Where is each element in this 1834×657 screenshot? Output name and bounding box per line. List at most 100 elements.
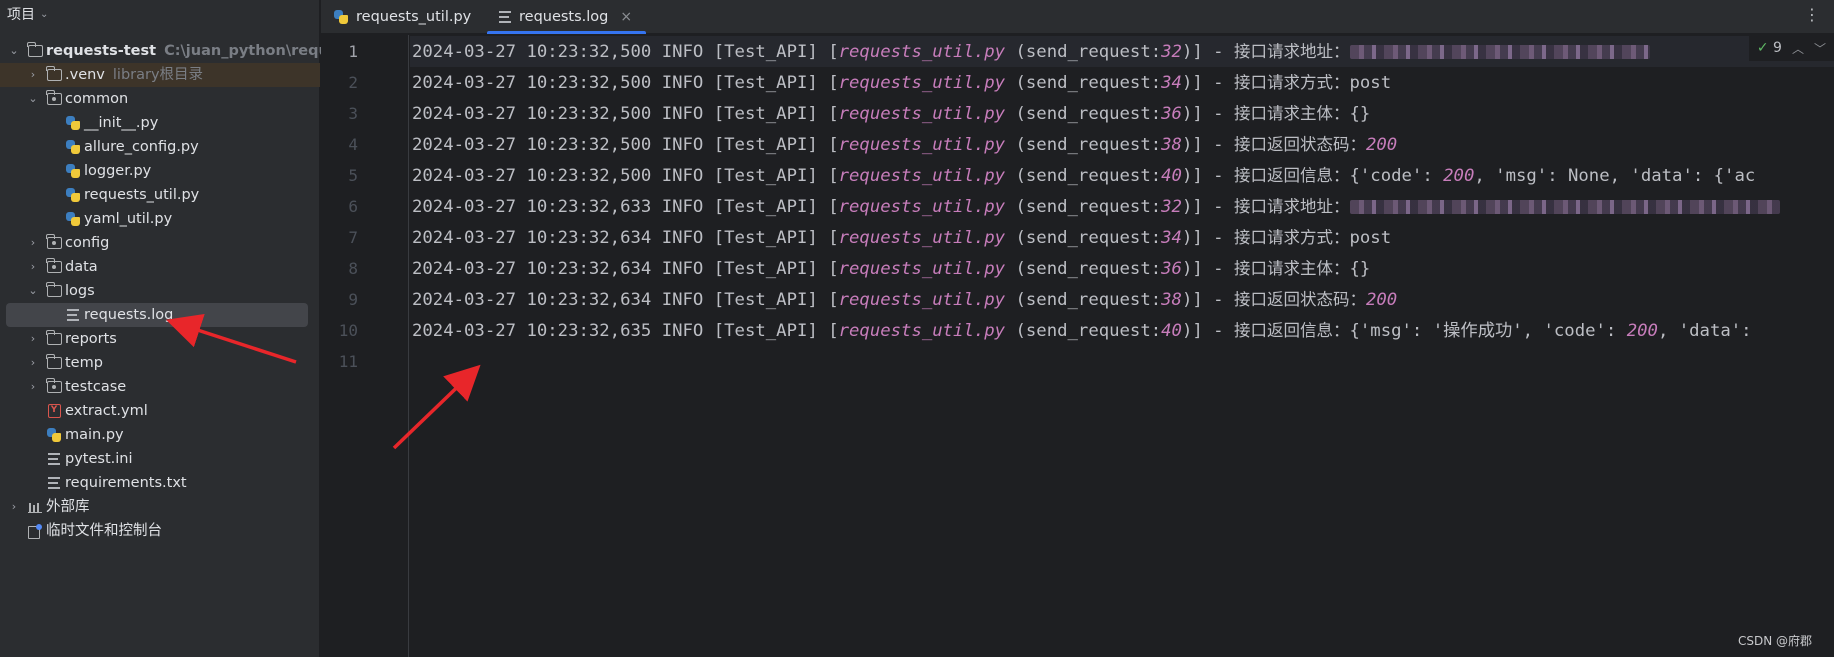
log-source-file[interactable]: requests_util.py [839, 73, 1005, 93]
log-timestamp: 2024-03-27 10:23:32,500 [412, 135, 652, 155]
line-number: 5 [348, 166, 358, 185]
log-logger: [Test_API] [713, 259, 818, 279]
code-view[interactable]: 2024-03-27 10:23:32,500 INFO [Test_API] … [410, 35, 1834, 657]
log-level: INFO [661, 42, 704, 62]
log-line[interactable]: 2024-03-27 10:23:32,634 INFO [Test_API] … [410, 253, 1834, 284]
tree-item[interactable]: requests_util.py [0, 183, 320, 207]
tree-item-label: allure_config.py [84, 135, 199, 159]
chevron-right-icon[interactable]: › [27, 255, 39, 279]
log-logger: [Test_API] [713, 135, 818, 155]
chevron-right-icon[interactable]: › [27, 351, 39, 375]
tree-item-label: logger.py [84, 159, 151, 183]
chevron-down-icon[interactable]: ⌄ [8, 39, 20, 63]
tree-item[interactable]: allure_config.py [0, 135, 320, 159]
log-source-file[interactable]: requests_util.py [839, 290, 1005, 310]
tree-item[interactable]: ⌄ requests-test C:\juan_python\requests-te [0, 39, 386, 63]
log-line[interactable]: 2024-03-27 10:23:32,500 INFO [Test_API] … [410, 67, 1834, 98]
tree-item[interactable]: ⌄ common [0, 87, 320, 111]
editor-area[interactable]: 1 2 3 4 5 6 7 8 9 10 11 2024-03-27 10:23:32,500 IN… [321, 35, 1834, 657]
log-line[interactable]: 2024-03-27 10:23:32,635 INFO [Test_API] … [410, 315, 1834, 346]
log-source-file[interactable]: requests_util.py [839, 166, 1005, 186]
log-line[interactable]: 2024-03-27 10:23:32,634 INFO [Test_API] … [410, 222, 1834, 253]
log-line[interactable]: 2024-03-27 10:23:32,500 INFO [Test_API] … [410, 36, 1834, 67]
tree-item-name: requests_util.py [84, 187, 200, 203]
line-number: 7 [348, 228, 358, 247]
tree-item-name: 临时文件和控制台 [46, 523, 162, 539]
tab-requests-util-py[interactable]: requests_util.py [334, 0, 471, 34]
tree-item-path: library根目录 [112, 67, 204, 83]
watermark: CSDN @府郡 [1737, 634, 1812, 648]
chevron-down-icon[interactable]: ⌄ [27, 87, 39, 111]
folder-icon [46, 330, 62, 347]
chevron-down-icon[interactable]: ⌄ [27, 279, 39, 303]
tree-item-label: pytest.ini [65, 447, 133, 471]
tree-item[interactable]: › 外部库 [0, 495, 320, 519]
package-folder-icon [46, 378, 62, 395]
log-source-file[interactable]: requests_util.py [839, 197, 1005, 217]
log-logger: [Test_API] [713, 290, 818, 310]
tree-item-name: yaml_util.py [84, 211, 173, 227]
log-line[interactable] [410, 346, 1834, 377]
chevron-down-icon[interactable]: ﹀ [1814, 40, 1826, 57]
tree-item[interactable]: pytest.ini [0, 447, 320, 471]
tree-item[interactable]: › config [0, 231, 320, 255]
tree-item[interactable]: Yextract.yml [0, 399, 320, 423]
tree-item-label: __init__.py [84, 111, 158, 135]
log-level: INFO [661, 259, 704, 279]
chevron-up-icon[interactable]: ︿ [1792, 40, 1804, 57]
log-source-file[interactable]: requests_util.py [839, 42, 1005, 62]
tree-item[interactable]: main.py [0, 423, 320, 447]
python-file-icon [334, 10, 348, 24]
tree-item[interactable]: __init__.py [0, 111, 320, 135]
log-function: send_request: [1025, 197, 1162, 217]
log-source-file[interactable]: requests_util.py [839, 321, 1005, 341]
line-number: 11 [338, 352, 358, 371]
tree-item[interactable]: requests.log [6, 303, 308, 327]
tree-item-label: 临时文件和控制台 [46, 519, 162, 543]
log-line[interactable]: 2024-03-27 10:23:32,634 INFO [Test_API] … [410, 284, 1834, 315]
chevron-right-icon[interactable]: › [27, 327, 39, 351]
chevron-down-icon[interactable]: ⌄ [40, 9, 48, 20]
log-source-file[interactable]: requests_util.py [839, 135, 1005, 155]
log-payload: {'code': [1349, 166, 1444, 186]
tree-item[interactable]: yaml_util.py [0, 207, 320, 231]
log-source-file[interactable]: requests_util.py [839, 259, 1005, 279]
chevron-right-icon[interactable]: › [8, 495, 20, 519]
line-number: 4 [348, 135, 358, 154]
tree-item[interactable]: logger.py [0, 159, 320, 183]
tree-item[interactable]: › reports [0, 327, 320, 351]
inspection-summary[interactable]: ✓ 9 [1757, 40, 1782, 56]
tree-item-label: data [65, 255, 98, 279]
log-status-code: 200 [1366, 290, 1398, 310]
log-level: INFO [661, 166, 704, 186]
log-line[interactable]: 2024-03-27 10:23:32,633 INFO [Test_API] … [410, 191, 1834, 222]
log-timestamp: 2024-03-27 10:23:32,500 [412, 73, 652, 93]
chevron-right-icon[interactable]: › [27, 375, 39, 399]
tree-item[interactable]: › temp [0, 351, 320, 375]
log-line[interactable]: 2024-03-27 10:23:32,500 INFO [Test_API] … [410, 160, 1834, 191]
tree-item[interactable]: requirements.txt [0, 471, 320, 495]
project-panel-header[interactable]: 项目 ⌄ [0, 0, 319, 28]
package-folder-icon [46, 258, 62, 275]
tree-item[interactable]: › testcase [0, 375, 320, 399]
log-timestamp: 2024-03-27 10:23:32,634 [412, 290, 652, 310]
tree-item[interactable]: › data [0, 255, 320, 279]
log-line[interactable]: 2024-03-27 10:23:32,500 INFO [Test_API] … [410, 129, 1834, 160]
text-file-icon [65, 307, 81, 323]
chevron-right-icon[interactable]: › [27, 231, 39, 255]
tree-item[interactable]: 临时文件和控制台 [0, 519, 320, 543]
tree-item[interactable]: ⌄ logs [0, 279, 320, 303]
log-level: INFO [661, 321, 704, 341]
tab-requests-log[interactable]: requests.log × [487, 0, 647, 34]
log-source-file[interactable]: requests_util.py [839, 104, 1005, 124]
inspection-widget[interactable]: ✓ 9 ︿ ﹀ [1748, 35, 1834, 61]
log-line[interactable]: 2024-03-27 10:23:32,500 INFO [Test_API] … [410, 98, 1834, 129]
tree-item[interactable]: › .venv library根目录 [0, 63, 320, 87]
close-icon[interactable]: × [620, 9, 632, 25]
redacted-url [1349, 45, 1650, 59]
log-source-file[interactable]: requests_util.py [839, 228, 1005, 248]
log-logger: [Test_API] [713, 42, 818, 62]
chevron-right-icon[interactable]: › [27, 63, 39, 87]
folder-icon [46, 354, 62, 371]
more-options-icon[interactable]: ⋮ [1804, 5, 1820, 24]
